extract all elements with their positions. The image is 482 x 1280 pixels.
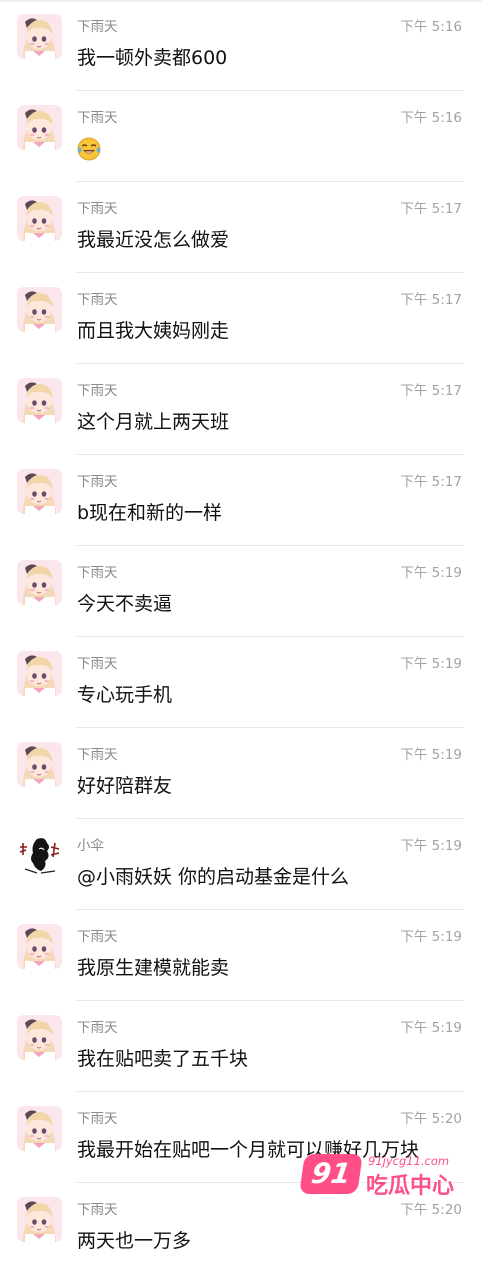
sender-name: 下雨天	[77, 474, 118, 490]
watermark: 91 91jycg11.com 吃瓜中心	[299, 1148, 462, 1199]
message-text[interactable]: 而且我大姨妈刚走	[77, 318, 229, 344]
message-text[interactable]: 好好陪群友	[77, 773, 172, 799]
message-row[interactable]: 下雨天 下午 5:17 而且我大姨妈刚走	[0, 272, 482, 364]
sender-name: 下雨天	[77, 1111, 118, 1127]
avatar-anime-girl-icon[interactable]	[17, 469, 62, 514]
message-row[interactable]: 小伞 下午 5:19 @小雨妖妖 你的启动基金是什么	[0, 818, 482, 910]
message-divider	[76, 363, 464, 364]
avatar-anime-girl-icon[interactable]	[17, 1106, 62, 1151]
avatar-anime-girl-icon[interactable]	[17, 651, 62, 696]
message-divider	[76, 636, 464, 637]
message-row[interactable]: 下雨天 下午 5:19 我在贴吧卖了五千块	[0, 1000, 482, 1092]
message-time: 下午 5:19	[400, 656, 462, 672]
avatar-anime-girl-icon[interactable]	[17, 1015, 62, 1060]
message-row[interactable]: 下雨天 下午 5:19 好好陪群友	[0, 727, 482, 819]
avatar-anime-girl-icon[interactable]	[17, 14, 62, 59]
message-divider	[76, 90, 464, 91]
sender-name: 下雨天	[77, 19, 118, 35]
message-time: 下午 5:20	[400, 1111, 462, 1127]
crying-laughing-emoji-icon[interactable]	[77, 137, 101, 165]
sender-name: 下雨天	[77, 1020, 118, 1036]
message-time: 下午 5:16	[400, 110, 462, 126]
message-time: 下午 5:19	[400, 929, 462, 945]
sender-name: 下雨天	[77, 747, 118, 763]
message-time: 下午 5:19	[400, 565, 462, 581]
message-row[interactable]: 下雨天 下午 5:17 我最近没怎么做爱	[0, 181, 482, 273]
avatar-anime-girl-icon[interactable]	[17, 1197, 62, 1242]
message-time: 下午 5:17	[400, 474, 462, 490]
message-text[interactable]: 我在贴吧卖了五千块	[77, 1046, 248, 1072]
message-divider	[76, 818, 464, 819]
message-divider	[76, 272, 464, 273]
avatar-anime-girl-icon[interactable]	[17, 105, 62, 150]
avatar-anime-girl-icon[interactable]	[17, 560, 62, 605]
avatar-anime-girl-icon[interactable]	[17, 742, 62, 787]
message-text[interactable]: 这个月就上两天班	[77, 409, 229, 435]
message-row[interactable]: 下雨天 下午 5:16	[0, 90, 482, 182]
message-divider	[76, 181, 464, 182]
sender-name: 下雨天	[77, 656, 118, 672]
avatar-ink-calligraphy-icon[interactable]	[17, 833, 62, 878]
message-row[interactable]: 下雨天 下午 5:19 专心玩手机	[0, 636, 482, 728]
message-divider	[76, 909, 464, 910]
watermark-url: 91jycg11.com	[368, 1154, 450, 1168]
message-divider	[76, 454, 464, 455]
message-text[interactable]: 今天不卖逼	[77, 591, 172, 617]
avatar-anime-girl-icon[interactable]	[17, 924, 62, 969]
message-time: 下午 5:19	[400, 838, 462, 854]
chat-message-list[interactable]: 下雨天 下午 5:16 我一顿外卖都600 下雨天 下午 5:16 下雨天 下午…	[0, 0, 482, 1280]
message-text[interactable]: @小雨妖妖 你的启动基金是什么	[77, 864, 349, 890]
message-time: 下午 5:16	[400, 19, 462, 35]
message-text[interactable]: 两天也一万多	[77, 1228, 191, 1254]
sender-name: 下雨天	[77, 565, 118, 581]
message-text[interactable]: b现在和新的一样	[77, 500, 222, 526]
avatar-anime-girl-icon[interactable]	[17, 378, 62, 423]
message-row[interactable]: 下雨天 下午 5:19 我原生建模就能卖	[0, 909, 482, 1001]
message-time: 下午 5:19	[400, 747, 462, 763]
message-time: 下午 5:17	[400, 201, 462, 217]
watermark-badge: 91	[299, 1154, 363, 1194]
message-time: 下午 5:17	[400, 292, 462, 308]
watermark-name: 吃瓜中心	[366, 1174, 455, 1199]
message-time: 下午 5:20	[400, 1202, 462, 1218]
message-time: 下午 5:17	[400, 383, 462, 399]
sender-name: 下雨天	[77, 110, 118, 126]
message-row[interactable]: 下雨天 下午 5:17 这个月就上两天班	[0, 363, 482, 455]
sender-name: 下雨天	[77, 929, 118, 945]
avatar-anime-girl-icon[interactable]	[17, 287, 62, 332]
message-divider	[76, 1000, 464, 1001]
message-divider	[76, 1091, 464, 1092]
message-row[interactable]: 下雨天 下午 5:16 我一顿外卖都600	[0, 0, 482, 91]
message-text[interactable]: 专心玩手机	[77, 682, 172, 708]
sender-name: 下雨天	[77, 383, 118, 399]
sender-name: 下雨天	[77, 1202, 118, 1218]
message-divider	[76, 727, 464, 728]
sender-name: 下雨天	[77, 201, 118, 217]
message-text[interactable]: 我原生建模就能卖	[77, 955, 229, 981]
message-time: 下午 5:19	[400, 1020, 462, 1036]
message-text[interactable]: 我最近没怎么做爱	[77, 227, 229, 253]
message-divider	[76, 545, 464, 546]
avatar-anime-girl-icon[interactable]	[17, 196, 62, 241]
sender-name: 下雨天	[77, 292, 118, 308]
sender-name: 小伞	[77, 838, 104, 854]
message-row[interactable]: 下雨天 下午 5:19 今天不卖逼	[0, 545, 482, 637]
message-text[interactable]: 我一顿外卖都600	[77, 45, 227, 71]
message-row[interactable]: 下雨天 下午 5:17 b现在和新的一样	[0, 454, 482, 546]
